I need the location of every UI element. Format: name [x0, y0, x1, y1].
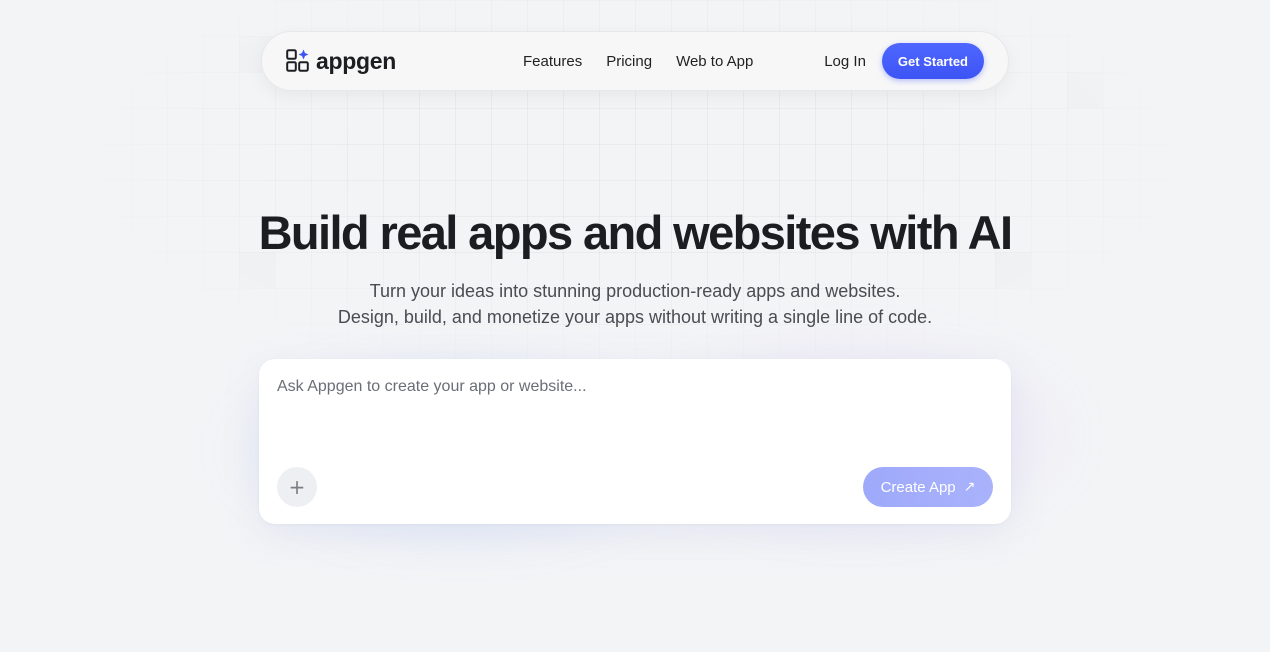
get-started-button[interactable]: Get Started: [881, 43, 984, 79]
nav-link-web-to-app[interactable]: Web to App: [676, 53, 753, 70]
brand-name: appgen: [316, 47, 396, 74]
grid-highlight-cell: [1067, 72, 1103, 108]
hero-title: Build real apps and websites with AI: [258, 206, 1013, 259]
login-link[interactable]: Log In: [824, 53, 866, 70]
attach-button[interactable]: +: [277, 467, 317, 507]
arrow-up-right-icon: ↗: [963, 479, 976, 495]
create-app-button[interactable]: Create App ↗: [863, 467, 993, 507]
nav-link-features[interactable]: Features: [523, 53, 582, 70]
prompt-input[interactable]: [259, 359, 1011, 459]
hero-subtitle-line-2: Design, build, and monetize your apps wi…: [337, 307, 933, 327]
nav-link-pricing[interactable]: Pricing: [606, 53, 652, 70]
hero-subtitle: Turn your ideas into stunning production…: [0, 278, 1270, 330]
hero-subtitle-line-1: Turn your ideas into stunning production…: [369, 281, 901, 301]
nav-links: Features Pricing Web to App: [523, 32, 753, 90]
nav-actions: Log In Get Started: [824, 32, 984, 90]
prompt-card: + Create App ↗: [259, 359, 1011, 524]
navbar: appgen Features Pricing Web to App Log I…: [261, 31, 1009, 91]
logo[interactable]: appgen: [286, 48, 396, 75]
grid-sparkle-icon: [286, 49, 310, 73]
create-app-label: Create App: [880, 478, 956, 496]
plus-icon: +: [288, 475, 306, 499]
